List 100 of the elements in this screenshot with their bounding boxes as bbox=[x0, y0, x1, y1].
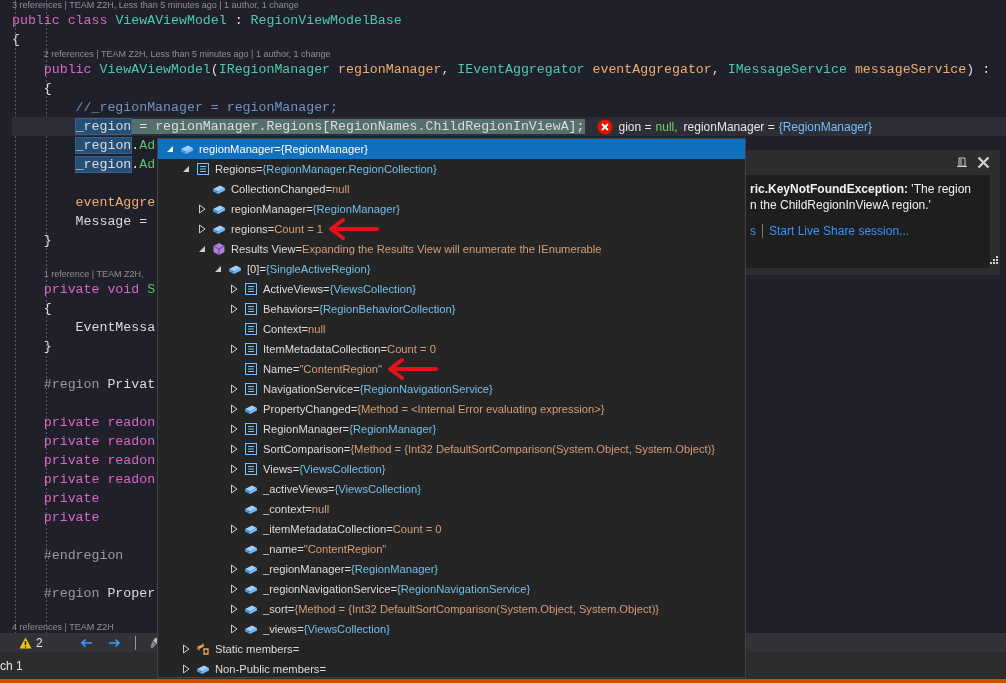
tree-row[interactable]: Views={ViewsCollection} bbox=[158, 459, 745, 479]
tree-row[interactable]: regionManager={RegionManager} bbox=[158, 139, 745, 159]
tree-row[interactable]: _sort={Method = {Int32 DefaultSortComparison(System.Object, System.Object)} bbox=[158, 599, 745, 619]
tree-row[interactable]: _regionNavigationService={RegionNavigationService} bbox=[158, 579, 745, 599]
link[interactable]: s bbox=[750, 224, 756, 238]
code-line: eventAggre bbox=[74, 195, 156, 210]
cube-icon bbox=[211, 241, 227, 257]
collapsed-arrow-icon[interactable] bbox=[230, 384, 238, 394]
collapsed-arrow-icon[interactable] bbox=[230, 444, 238, 454]
collapsed-arrow-icon[interactable] bbox=[230, 304, 238, 314]
tree-row[interactable]: Name="ContentRegion" bbox=[158, 359, 745, 379]
code-line: private bbox=[42, 510, 100, 525]
tree-row[interactable]: Context=null bbox=[158, 319, 745, 339]
codelens-text[interactable]: 3 references | TEAM Z2H, Less than 5 minutes ago | 1 author, 1 change bbox=[12, 0, 299, 11]
collapsed-arrow-icon[interactable] bbox=[230, 344, 238, 354]
panel-tab[interactable]: ch 1 bbox=[0, 658, 23, 673]
tree-row[interactable]: PropertyChanged={Method = <Internal Error evaluating expression>} bbox=[158, 399, 745, 419]
tree-row[interactable]: Static members= bbox=[158, 639, 745, 659]
tree-row[interactable]: _regionManager={RegionManager} bbox=[158, 559, 745, 579]
collapsed-arrow-icon[interactable] bbox=[230, 524, 238, 534]
collapsed-arrow-icon[interactable] bbox=[230, 284, 238, 294]
tree-row[interactable]: RegionManager={RegionManager} bbox=[158, 419, 745, 439]
table-icon bbox=[243, 301, 259, 317]
code-line: private readon bbox=[42, 434, 156, 449]
collapsed-arrow-icon[interactable] bbox=[230, 604, 238, 614]
static-members-icon bbox=[195, 641, 211, 657]
table-icon bbox=[243, 361, 259, 377]
collapsed-arrow-icon[interactable] bbox=[230, 484, 238, 494]
tree-row[interactable]: ItemMetadataCollection=Count = 0 bbox=[158, 339, 745, 359]
code-line: } bbox=[42, 339, 52, 354]
tree-row[interactable]: Non-Public members= bbox=[158, 659, 745, 677]
code-line: { bbox=[12, 32, 20, 47]
tree-row[interactable]: _activeViews={ViewsCollection} bbox=[158, 479, 745, 499]
code-line: _region = regionManager.Regions[RegionNames.ChildRegionInViewA]; bbox=[74, 119, 585, 134]
tree-row[interactable]: NavigationService={RegionNavigationService} bbox=[158, 379, 745, 399]
tree-row[interactable]: CollectionChanged=null bbox=[158, 179, 745, 199]
tree-row[interactable]: _context=null bbox=[158, 499, 745, 519]
tree-row[interactable]: Results View=Expanding the Results View will enumerate the IEnumerable bbox=[158, 239, 745, 259]
code-line: #region Proper bbox=[42, 586, 156, 601]
collapsed-arrow-icon[interactable] bbox=[198, 224, 206, 234]
code-line: Message = bbox=[74, 214, 148, 229]
collapsed-arrow-icon[interactable] bbox=[182, 664, 190, 674]
table-icon bbox=[243, 281, 259, 297]
warning-count[interactable]: 2 bbox=[36, 635, 43, 650]
warning-icon[interactable] bbox=[19, 636, 32, 649]
code-line: private readon bbox=[42, 453, 156, 468]
expanded-arrow-icon[interactable] bbox=[198, 245, 206, 253]
table-icon bbox=[243, 441, 259, 457]
table-icon bbox=[243, 421, 259, 437]
collapsed-arrow-icon[interactable] bbox=[230, 564, 238, 574]
forward-arrow-icon[interactable] bbox=[107, 637, 121, 648]
collapsed-arrow-icon[interactable] bbox=[230, 624, 238, 634]
collapsed-arrow-icon[interactable] bbox=[230, 424, 238, 434]
tree-row[interactable]: [0]={SingleActiveRegion} bbox=[158, 259, 745, 279]
tree-row[interactable]: _name="ContentRegion" bbox=[158, 539, 745, 559]
tree-row[interactable]: regions=Count = 1 bbox=[158, 219, 745, 239]
code-line: private void S bbox=[42, 282, 156, 297]
code-line: { bbox=[42, 81, 52, 96]
codelens-text[interactable]: 2 references | TEAM Z2H, Less than 5 minutes ago | 1 author, 1 change bbox=[43, 49, 331, 60]
code-line: _region.Ad bbox=[74, 138, 156, 153]
link[interactable]: Start Live Share session... bbox=[769, 224, 910, 238]
code-line: #endregion bbox=[42, 548, 124, 563]
code-line: //_regionManager = regionManager; bbox=[74, 100, 338, 115]
back-arrow-icon[interactable] bbox=[79, 637, 93, 648]
code-line: public class ViewAViewModel : RegionViewModelBase bbox=[12, 13, 402, 28]
collapsed-arrow-icon[interactable] bbox=[230, 464, 238, 474]
code-line: #region Privat bbox=[42, 377, 156, 392]
expanded-arrow-icon[interactable] bbox=[166, 145, 174, 153]
tree-row[interactable]: _views={ViewsCollection} bbox=[158, 619, 745, 639]
code-line: EventMessa bbox=[74, 320, 156, 335]
codelens-text[interactable]: 4 references | TEAM Z2H bbox=[12, 622, 114, 633]
resize-grip-icon[interactable] bbox=[988, 256, 998, 266]
tree-row[interactable]: Regions={RegionManager.RegionCollection} bbox=[158, 159, 745, 179]
code-line: private bbox=[42, 491, 100, 506]
table-icon bbox=[243, 461, 259, 477]
collapsed-arrow-icon[interactable] bbox=[230, 584, 238, 594]
tree-row[interactable]: SortComparison={Method = {Int32 DefaultSortComparison(System.Object, System.Object)} bbox=[158, 439, 745, 459]
table-icon bbox=[243, 341, 259, 357]
table-icon bbox=[195, 161, 211, 177]
exception-message: ric.KeyNotFoundException: 'The region n the ChildRegionInViewA region.' bbox=[750, 181, 972, 213]
error-icon bbox=[596, 118, 613, 135]
expanded-arrow-icon[interactable] bbox=[182, 165, 190, 173]
code-line: { bbox=[42, 301, 52, 316]
expanded-arrow-icon[interactable] bbox=[214, 265, 222, 273]
tree-row[interactable]: Behaviors={RegionBehaviorCollection} bbox=[158, 299, 745, 319]
codelens-text[interactable]: 1 reference | TEAM Z2H, bbox=[43, 269, 144, 280]
pin-icon[interactable] bbox=[957, 156, 967, 169]
datatip-value[interactable]: gion = null, bbox=[618, 119, 678, 134]
code-line: private readon bbox=[42, 415, 156, 430]
collapsed-arrow-icon[interactable] bbox=[198, 204, 206, 214]
tree-row[interactable]: ActiveViews={ViewsCollection} bbox=[158, 279, 745, 299]
tree-row[interactable]: regionManager={RegionManager} bbox=[158, 199, 745, 219]
collapsed-arrow-icon[interactable] bbox=[230, 404, 238, 414]
table-icon bbox=[243, 321, 259, 337]
table-icon bbox=[243, 381, 259, 397]
collapsed-arrow-icon[interactable] bbox=[182, 644, 190, 654]
code-line: } bbox=[42, 233, 52, 248]
datatip-value[interactable]: regionManager = {RegionManager} bbox=[683, 119, 873, 134]
tree-row[interactable]: _itemMetadataCollection=Count = 0 bbox=[158, 519, 745, 539]
close-icon[interactable] bbox=[977, 156, 990, 169]
